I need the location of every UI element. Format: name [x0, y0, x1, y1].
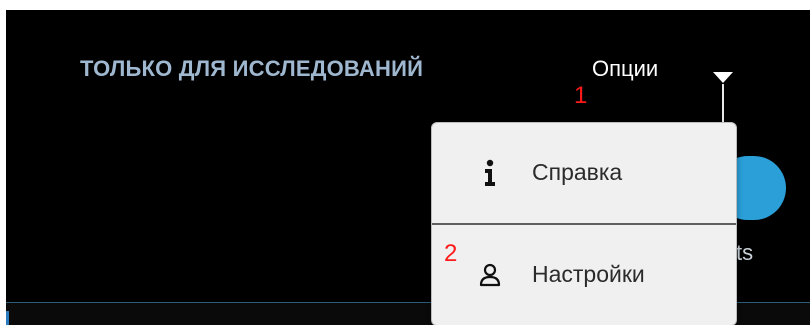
- menu-item-help[interactable]: Справка: [432, 129, 736, 219]
- chevron-down-icon[interactable]: [713, 72, 733, 83]
- user-icon: [478, 259, 502, 291]
- menu-connector-line: [722, 84, 724, 122]
- annotation-marker-2: 2: [444, 240, 458, 267]
- bottom-panel-marker: [6, 311, 9, 325]
- research-use-only-label: ТОЛЬКО ДЛЯ ИССЛЕДОВАНИЙ: [80, 56, 424, 81]
- info-icon: [478, 157, 502, 189]
- annotation-marker-1: 1: [574, 82, 588, 109]
- menu-divider: [432, 223, 736, 225]
- menu-item-help-label: Справка: [532, 159, 623, 185]
- app-window: ТОЛЬКО ДЛЯ ИССЛЕДОВАНИЙ Опции 1 ts Справ…: [6, 10, 810, 325]
- background-partial-text: ts: [736, 240, 754, 265]
- options-menu-button[interactable]: Опции: [592, 56, 658, 82]
- menu-item-settings-label: Настройки: [532, 261, 645, 287]
- options-dropdown-menu: Справка Настройки: [431, 122, 737, 325]
- menu-item-settings[interactable]: Настройки: [432, 231, 736, 321]
